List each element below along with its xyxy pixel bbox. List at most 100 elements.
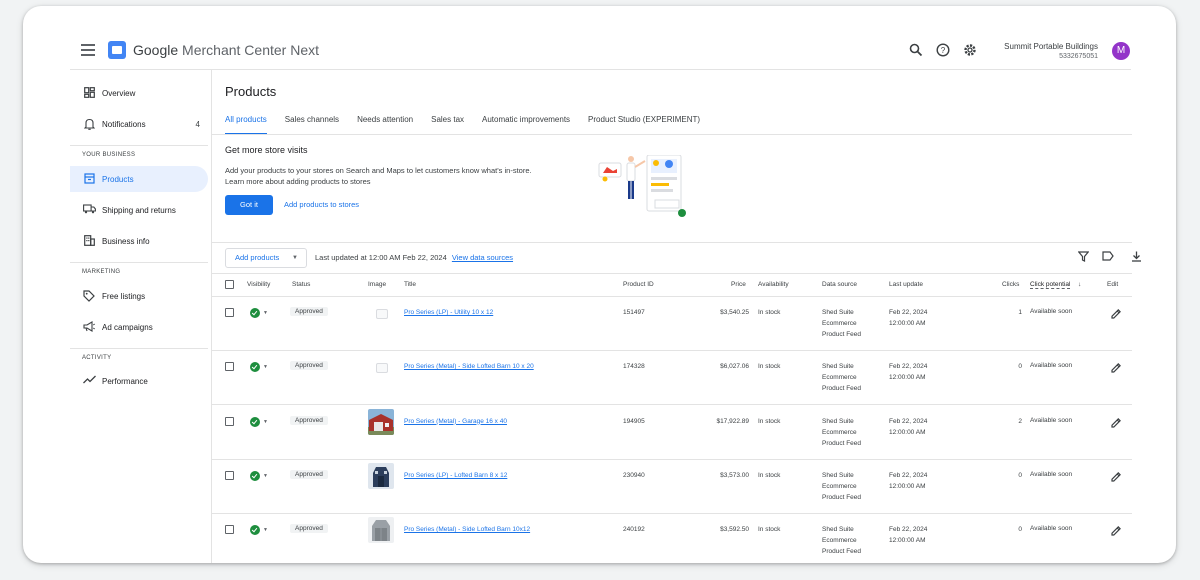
row-checkbox[interactable]	[225, 416, 234, 426]
account-info[interactable]: Summit Portable Buildings 5332675051	[1004, 42, 1098, 60]
product-title-link[interactable]: Pro Series (LP) - Utility 10 x 12	[404, 307, 493, 318]
table-row[interactable]: ▼ Approved Pro Series (LP) - Lofted Barn 8…	[212, 460, 1132, 514]
visibility-caret-down-icon[interactable]: ▼	[263, 473, 268, 479]
edit-pencil-icon[interactable]	[1110, 361, 1122, 373]
last-update: Feb 22, 2024 12:00:00 AM	[889, 471, 928, 490]
sidebar-rule	[70, 348, 208, 349]
status-badge: Approved	[290, 469, 328, 479]
product-title-link[interactable]: Pro Series (LP) - Lofted Barn 8 x 12	[404, 470, 507, 481]
sidebar-item-performance[interactable]: Performance	[70, 368, 208, 394]
help-icon[interactable]: ?	[935, 43, 951, 59]
header-product-id[interactable]: Product ID	[623, 281, 654, 288]
row-checkbox[interactable]	[225, 525, 234, 535]
last-updated: Last updated at 12:00 AM Feb 22, 2024 Vi…	[315, 253, 514, 262]
dashboard-icon	[83, 87, 95, 99]
edit-pencil-icon[interactable]	[1110, 307, 1122, 319]
product-title-link[interactable]: Pro Series (Metal) - Garage 16 x 40	[404, 416, 507, 427]
edit-pencil-icon[interactable]	[1110, 524, 1122, 536]
add-products-button[interactable]: Add products ▼	[225, 248, 307, 268]
sidebar-item-notifications[interactable]: Notifications 4	[70, 111, 208, 137]
sidebar-item-products[interactable]: Products	[70, 166, 208, 192]
table-row[interactable]: ▼ Approved Pro Series (Metal) - Side Lofte…	[212, 514, 1132, 563]
caret-down-icon: ▼	[292, 255, 298, 261]
row-checkbox[interactable]	[225, 470, 234, 480]
visible-check-icon[interactable]	[250, 416, 260, 427]
status-badge: Approved	[290, 361, 328, 371]
visible-check-icon[interactable]	[250, 308, 260, 318]
product-image[interactable]	[368, 462, 394, 489]
header-availability[interactable]: Availability	[758, 281, 789, 288]
section-heading-business: YOUR BUSINESS	[82, 152, 136, 158]
tab-sales-channels[interactable]: Sales channels	[285, 115, 339, 135]
truck-icon	[83, 204, 96, 216]
promo-description: Add your products to your stores on Sear…	[225, 166, 532, 186]
sidebar-item-business-info[interactable]: Business info	[70, 228, 208, 254]
filter-icon[interactable]	[1076, 251, 1090, 265]
availability: In stock	[758, 471, 781, 479]
product-title-link[interactable]: Pro Series (Metal) - Side Lofted Barn 10…	[404, 361, 534, 372]
header-data-source[interactable]: Data source	[822, 281, 857, 288]
avatar[interactable]: M	[1112, 42, 1130, 60]
sidebar-item-overview[interactable]: Overview	[70, 80, 208, 106]
sidebar-item-label: Shipping and returns	[102, 205, 176, 215]
product-id: 240192	[623, 526, 645, 534]
visible-check-icon[interactable]	[250, 525, 260, 536]
sort-arrow-down-icon[interactable]: ↓	[1078, 281, 1081, 288]
visible-check-icon[interactable]	[250, 470, 260, 481]
header-visibility[interactable]: Visibility	[247, 281, 270, 288]
clicks-count: 1	[1018, 309, 1022, 316]
sidebar-item-shipping[interactable]: Shipping and returns	[70, 197, 208, 223]
product-price: $3,540.25	[720, 309, 749, 316]
row-checkbox[interactable]	[225, 362, 234, 372]
header-status[interactable]: Status	[292, 281, 310, 288]
product-image[interactable]	[368, 408, 394, 435]
header-click-potential[interactable]: Click potential	[1030, 281, 1071, 289]
menu-icon[interactable]	[81, 44, 95, 56]
header-title[interactable]: Title	[404, 281, 416, 288]
product-price: $17,922.89	[716, 417, 749, 425]
account-id: 5332675051	[1059, 53, 1098, 60]
product-image-placeholder[interactable]	[368, 354, 394, 381]
table-row[interactable]: ▼ Approved Pro Series (Metal) - Garage 16 …	[212, 406, 1132, 460]
label-icon[interactable]	[1101, 251, 1115, 265]
visibility-caret-down-icon[interactable]: ▼	[263, 527, 268, 533]
edit-pencil-icon[interactable]	[1110, 416, 1122, 428]
product-image-placeholder[interactable]	[368, 300, 394, 326]
sidebar-item-ad-campaigns[interactable]: Ad campaigns	[70, 314, 208, 340]
product-title-link[interactable]: Pro Series (Metal) - Side Lofted Barn 10…	[404, 524, 530, 535]
tabs-divider	[212, 134, 1132, 135]
visibility-caret-down-icon[interactable]: ▼	[263, 364, 268, 370]
product-id: 194905	[623, 417, 645, 425]
got-it-button[interactable]: Got it	[225, 195, 273, 215]
tab-sales-tax[interactable]: Sales tax	[431, 115, 464, 135]
sidebar-item-free-listings[interactable]: Free listings	[70, 283, 208, 309]
tab-all-products[interactable]: All products	[225, 115, 267, 135]
edit-pencil-icon[interactable]	[1110, 470, 1122, 482]
select-all-checkbox[interactable]	[225, 280, 234, 289]
visible-check-icon[interactable]	[250, 362, 260, 373]
section-heading-activity: ACTIVITY	[82, 355, 112, 361]
search-icon[interactable]	[908, 43, 924, 59]
main-content: Products All products Sales channels Nee…	[212, 70, 1141, 563]
data-source: Shed Suite Ecommerce Product Feed	[822, 417, 862, 447]
settings-gear-icon[interactable]	[962, 43, 978, 59]
tab-product-studio[interactable]: Product Studio (EXPERIMENT)	[588, 115, 700, 135]
product-image[interactable]	[368, 517, 394, 544]
sidebar-item-label: Ad campaigns	[102, 322, 153, 332]
product-id: 230940	[623, 471, 645, 479]
view-data-sources-link[interactable]: View data sources	[452, 253, 513, 262]
building-icon	[83, 235, 95, 247]
download-icon[interactable]	[1129, 251, 1143, 265]
data-source: Shed Suite Ecommerce Product Feed	[822, 309, 862, 338]
add-products-to-stores-button[interactable]: Add products to stores	[284, 200, 359, 209]
header-last-update[interactable]: Last update	[889, 281, 923, 288]
table-row[interactable]: ▼ Approved Pro Series (LP) - Utility 10 x …	[212, 297, 1132, 351]
header-price[interactable]: Price	[731, 281, 746, 288]
visibility-caret-down-icon[interactable]: ▼	[263, 419, 268, 425]
visibility-caret-down-icon[interactable]: ▼	[263, 310, 268, 316]
table-row[interactable]: ▼ Approved Pro Series (Metal) - Side Lofte…	[212, 351, 1132, 406]
header-clicks[interactable]: Clicks	[1002, 281, 1019, 288]
row-checkbox[interactable]	[225, 308, 234, 317]
tab-automatic-improvements[interactable]: Automatic improvements	[482, 115, 570, 135]
tab-needs-attention[interactable]: Needs attention	[357, 115, 413, 135]
